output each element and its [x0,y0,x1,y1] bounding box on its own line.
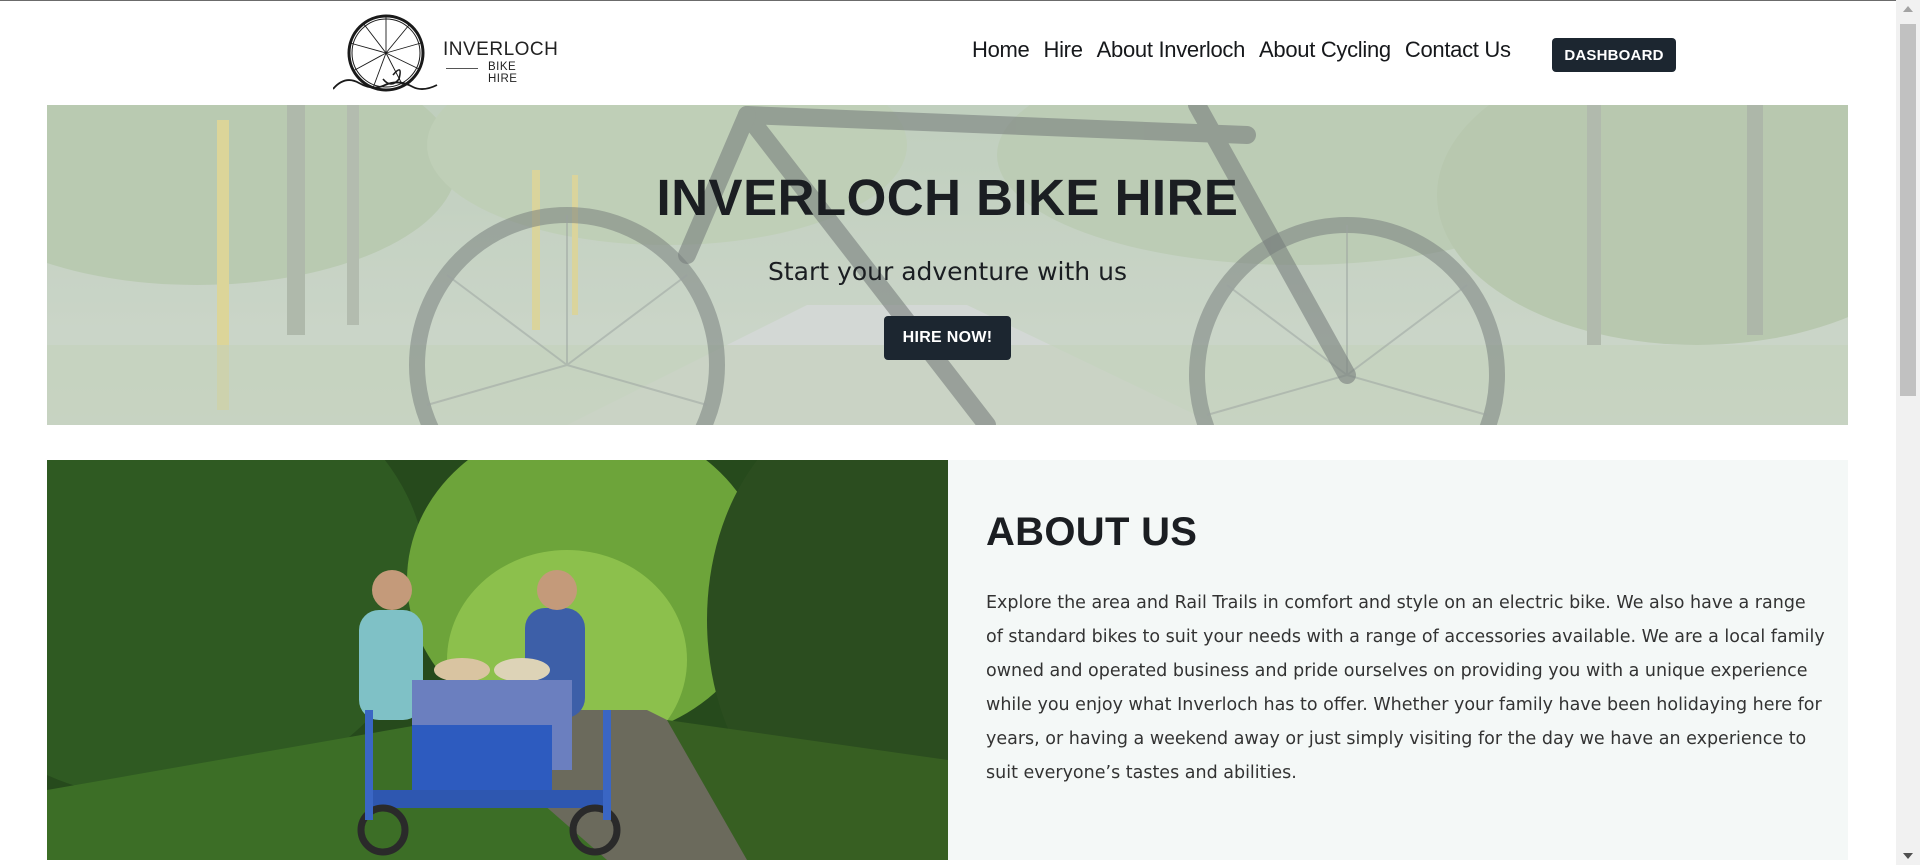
logo-text-bike-hire: BIKE HIRE [488,61,518,85]
family-quadricycle-image [47,460,948,860]
about-us-title: ABOUT US [986,510,1198,554]
hero-title: INVERLOCH BIKE HIRE [656,169,1239,226]
about-us-text: Explore the area and Rail Trails in comf… [986,593,1825,783]
logo-text-inverloch: INVERLOCH [443,39,559,60]
scroll-up-arrow-icon[interactable] [1903,6,1913,12]
nav-hire[interactable]: Hire [1044,37,1083,63]
site-header: INVERLOCH BIKE HIRE Home Hire About Inve… [0,1,1896,105]
page-scrollbar[interactable] [1896,0,1920,865]
nav-about-cycling[interactable]: About Cycling [1259,37,1391,63]
nav-contact-us[interactable]: Contact Us [1405,37,1511,63]
scroll-down-arrow-icon[interactable] [1903,853,1913,859]
about-photo [47,460,948,860]
site-logo[interactable]: INVERLOCH BIKE HIRE [333,13,558,93]
hire-now-button[interactable]: HIRE NOW! [884,316,1011,360]
dashboard-button[interactable]: DASHBOARD [1552,38,1676,72]
scrollbar-thumb[interactable] [1900,24,1916,396]
main-nav: Home Hire About Inverloch About Cycling … [972,37,1511,63]
nav-about-inverloch[interactable]: About Inverloch [1097,37,1246,63]
about-us-panel: ABOUT US Explore the area and Rail Trail… [948,460,1848,860]
hero-subtitle: Start your adventure with us [768,257,1127,286]
hero-banner: INVERLOCH BIKE HIRE Start your adventure… [47,105,1848,425]
logo-divider [446,68,478,69]
nav-home[interactable]: Home [972,37,1030,63]
bicycle-wheel-logo-icon [333,14,438,92]
